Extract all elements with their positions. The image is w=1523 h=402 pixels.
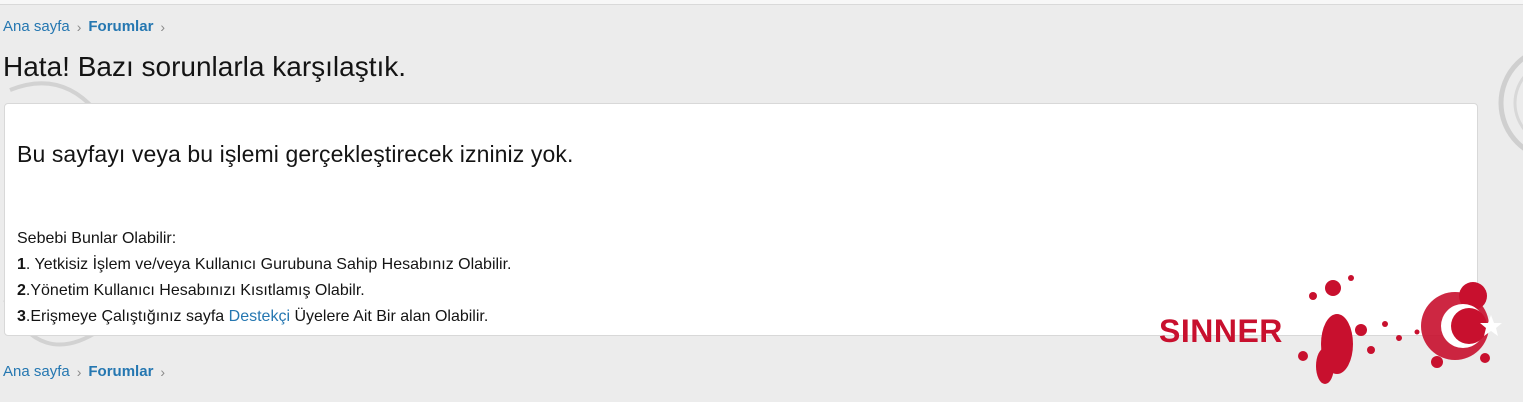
logo-text: SINNER: [1159, 313, 1283, 349]
top-border: [0, 0, 1523, 5]
error-heading: Bu sayfayı veya bu işlemi gerçekleştirec…: [17, 141, 574, 167]
reason-item: 1. Yetkisiz İşlem ve/veya Kullanıcı Guru…: [17, 252, 512, 278]
reason-text: . Yetkisiz İşlem ve/veya Kullanıcı Gurub…: [25, 256, 512, 273]
page-title: Hata! Bazı sorunlarla karşılaştık.: [3, 51, 407, 82]
site-logo: SINNER: [1159, 275, 1502, 384]
reason-number: 1: [17, 256, 26, 273]
breadcrumb: Ana sayfa › Forumlar ›: [3, 18, 165, 35]
background-circle-icon: [1498, 55, 1523, 151]
chevron-right-icon: ›: [76, 363, 82, 380]
reasons-intro: Sebebi Bunlar Olabilir:: [17, 230, 177, 247]
reason-item: 3.Erişmeye Çalıştığınız sayfa Destekçi Ü…: [17, 304, 512, 330]
supporter-link[interactable]: Destekçi: [229, 308, 290, 325]
chevron-right-icon: ›: [160, 18, 166, 35]
reason-text: Üyelere Ait Bir alan Olabilir.: [290, 308, 489, 325]
chevron-right-icon: ›: [160, 363, 166, 380]
reason-number: 3: [17, 308, 26, 325]
reason-number: 2: [17, 282, 26, 299]
breadcrumb-forums-link[interactable]: Forumlar: [88, 363, 153, 380]
breadcrumb-home-link[interactable]: Ana sayfa: [3, 363, 70, 380]
breadcrumb-home-link[interactable]: Ana sayfa: [3, 18, 70, 35]
reasons-list: Sebebi Bunlar Olabilir: 1. Yetkisiz İşle…: [17, 226, 512, 330]
breadcrumb-bottom: Ana sayfa › Forumlar ›: [3, 363, 165, 380]
reason-text: .Yönetim Kullanıcı Hesabınızı Kısıtlamış…: [25, 282, 365, 299]
reason-text: .Erişmeye Çalıştığınız sayfa: [25, 308, 229, 325]
chevron-right-icon: ›: [76, 18, 82, 35]
reason-item: 2.Yönetim Kullanıcı Hesabınızı Kısıtlamı…: [17, 278, 512, 304]
breadcrumb-forums-link[interactable]: Forumlar: [88, 18, 153, 35]
